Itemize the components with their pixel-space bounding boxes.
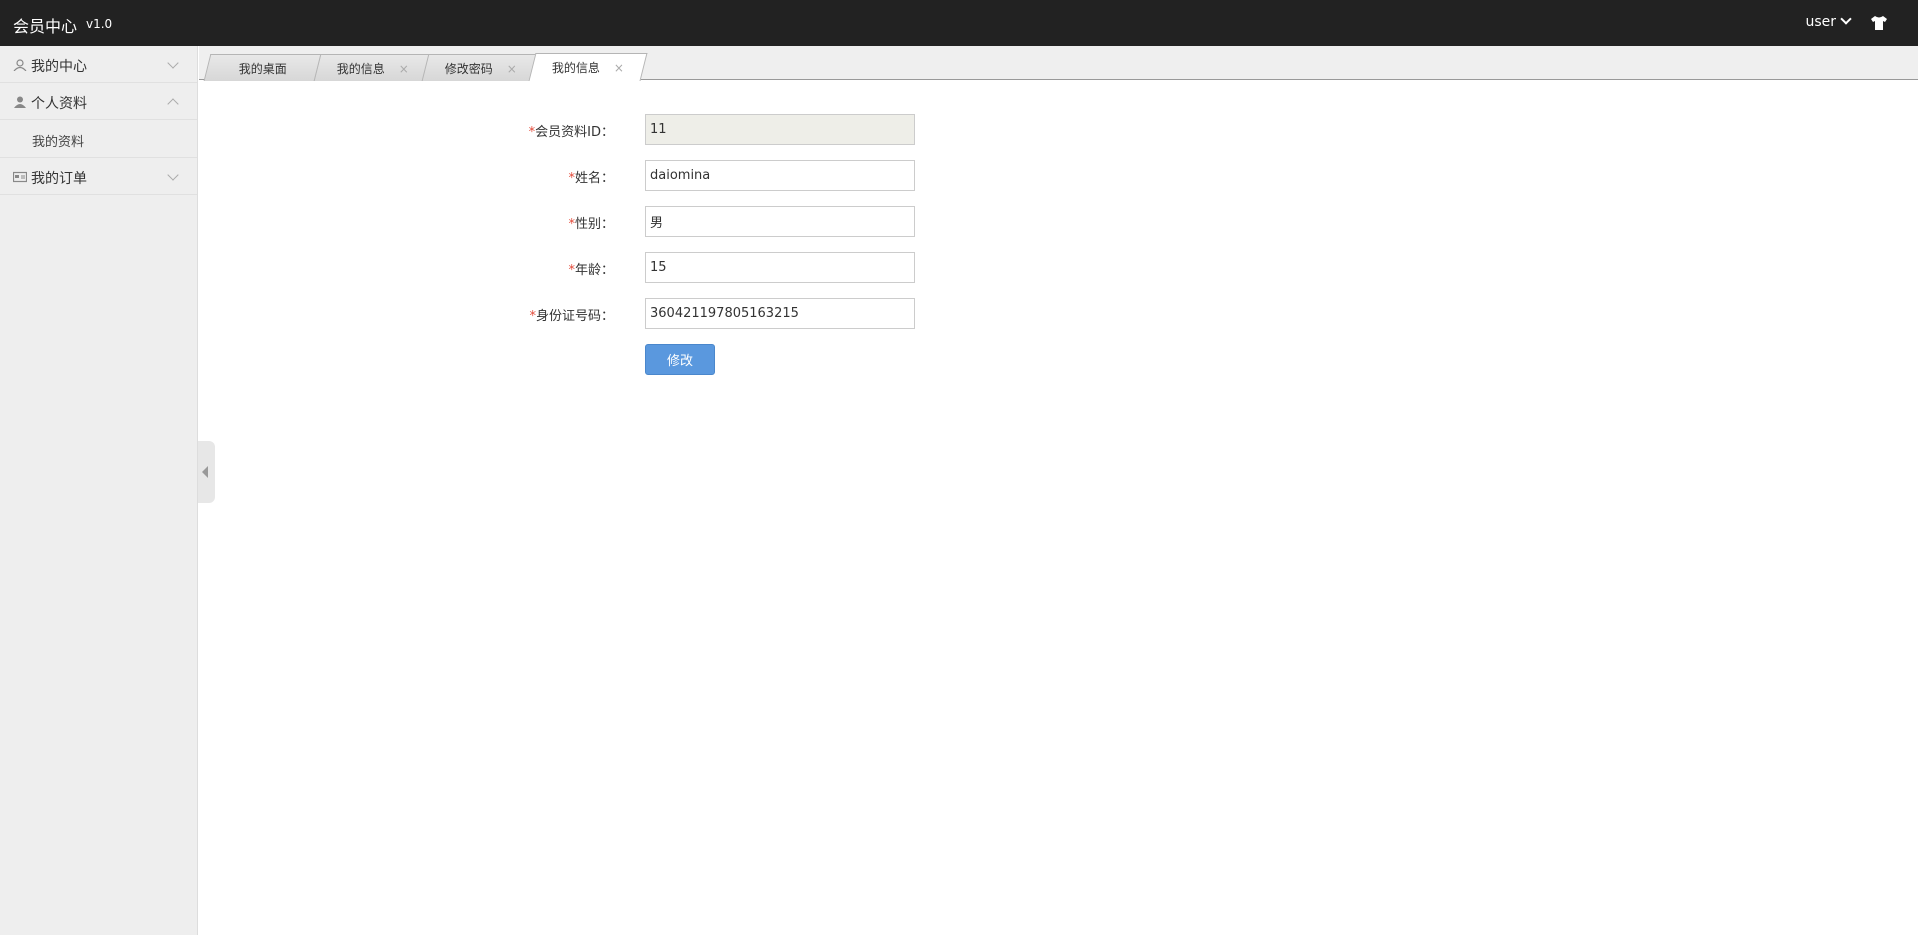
sidebar-item-label: 个人资料 [31, 96, 87, 112]
tab-label: 我的信息 [551, 61, 600, 75]
sidebar-item-label: 我的订单 [31, 171, 87, 187]
version-label: v1.0 [86, 17, 113, 31]
sidebar-collapse-toggle[interactable] [198, 441, 215, 503]
form-row-id-number: *身份证号码： [500, 298, 920, 330]
tab-label: 修改密码 [444, 62, 493, 76]
field-label-text: 年龄： [574, 263, 614, 278]
field-label: *性别： [568, 213, 614, 232]
tab-my-desktop[interactable]: 我的桌面 [203, 54, 323, 81]
close-icon[interactable]: × [614, 61, 624, 75]
chevron-up-icon [167, 98, 179, 110]
close-icon[interactable]: × [507, 62, 517, 76]
app-title[interactable]: 会员中心 [13, 13, 77, 37]
tab-my-info-active[interactable]: 我的信息 × [528, 53, 648, 81]
sidebar-item-label: 我的中心 [31, 59, 87, 75]
tab-label: 我的桌面 [238, 62, 287, 76]
form-row-age: *年龄： [500, 252, 920, 284]
field-label-text: 会员资料ID： [535, 125, 614, 140]
card-icon [13, 171, 27, 183]
form-row-member-id: *会员资料ID： [500, 114, 920, 146]
chevron-down-icon [1840, 13, 1852, 25]
sidebar-item-profile[interactable]: 个人资料 [0, 83, 197, 120]
field-label: *会员资料ID： [529, 121, 614, 140]
form-row-gender: *性别： [500, 206, 920, 238]
close-icon[interactable]: × [399, 62, 409, 76]
form-row-name: *姓名： [500, 160, 920, 192]
tab-change-password[interactable]: 修改密码 × [421, 54, 541, 81]
field-label: *身份证号码： [529, 305, 614, 324]
user-filled-icon [14, 96, 26, 108]
age-field[interactable] [645, 252, 915, 283]
chevron-down-icon [167, 57, 179, 69]
gender-field[interactable] [645, 206, 915, 237]
user-outline-icon [13, 59, 27, 71]
field-label: *年龄： [568, 259, 614, 278]
field-label: *姓名： [568, 167, 614, 186]
chevron-down-icon [167, 169, 179, 181]
name-field[interactable] [645, 160, 915, 191]
user-menu[interactable]: user [1805, 13, 1852, 30]
sidebar: 我的中心 个人资料 我的资料 我的订单 [0, 46, 198, 935]
sidebar-item-my-center[interactable]: 我的中心 [0, 46, 197, 83]
sidebar-item-my-orders[interactable]: 我的订单 [0, 158, 197, 195]
tshirt-icon[interactable] [1870, 16, 1888, 30]
tab-bar: 我的桌面 我的信息 × 修改密码 × 我的信息 × [199, 46, 1918, 81]
id-number-field[interactable] [645, 298, 915, 329]
tab-my-info[interactable]: 我的信息 × [313, 54, 433, 81]
field-label-text: 性别： [574, 217, 614, 232]
field-label-text: 姓名： [574, 171, 614, 186]
tab-label: 我的信息 [336, 62, 385, 76]
field-label-text: 身份证号码： [535, 309, 614, 324]
sidebar-subitem-label: 我的资料 [32, 135, 85, 150]
sidebar-subitem-my-profile[interactable]: 我的资料 [0, 120, 197, 158]
member-id-field[interactable] [645, 114, 915, 145]
top-navbar: 会员中心 v1.0 user [0, 0, 1918, 46]
user-name: user [1805, 14, 1836, 30]
modify-button[interactable]: 修改 [645, 344, 715, 375]
